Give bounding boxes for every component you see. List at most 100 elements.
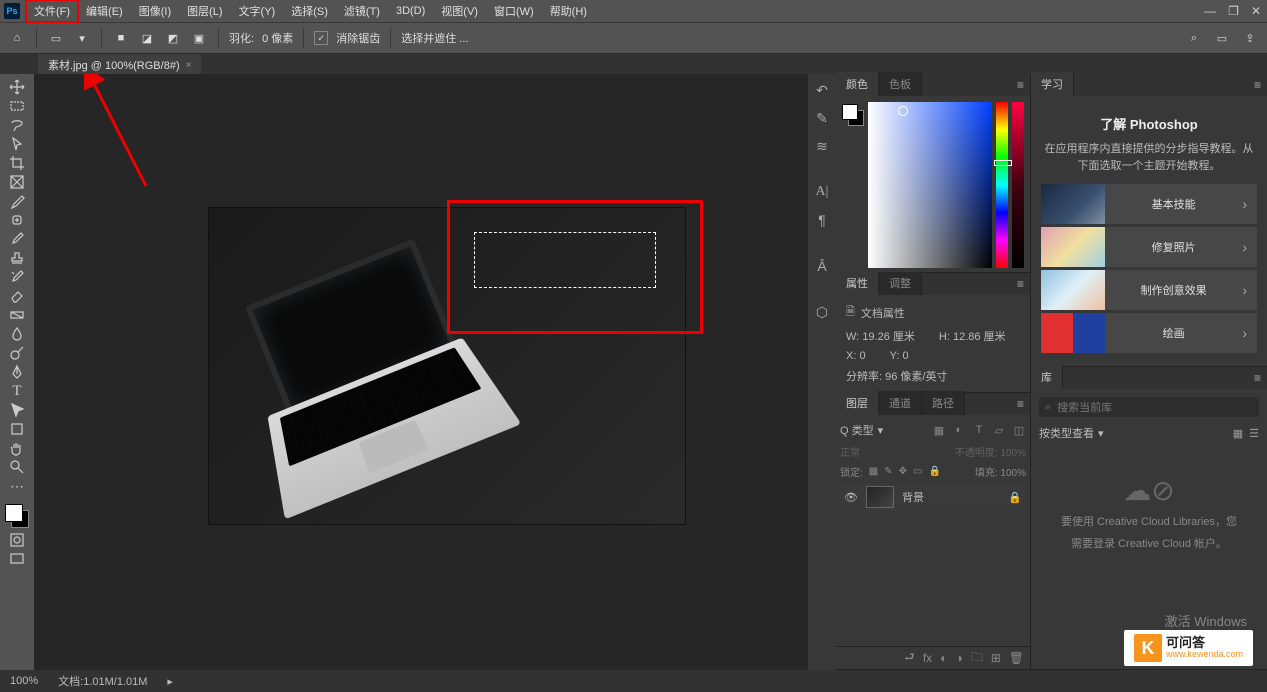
tab-layers[interactable]: 图层 xyxy=(836,391,879,415)
selection-add-icon[interactable]: ◪ xyxy=(138,29,156,47)
panel-menu-icon[interactable]: ≡ xyxy=(1011,74,1030,96)
link-layers-icon[interactable]: ⮐ xyxy=(904,648,915,669)
workspace-icon[interactable]: ▭ xyxy=(1213,29,1231,47)
brightness-slider[interactable] xyxy=(1012,102,1024,268)
character-panel-icon[interactable]: A| xyxy=(812,182,832,202)
eyedropper-tool-icon[interactable] xyxy=(3,192,31,210)
menu-help[interactable]: 帮助(H) xyxy=(542,0,595,22)
stamp-tool-icon[interactable] xyxy=(3,249,31,267)
tool-preset-icon[interactable]: ▭ xyxy=(47,29,65,47)
brush-panel-icon[interactable]: ✎ xyxy=(812,108,832,128)
zoom-tool-icon[interactable] xyxy=(3,458,31,476)
grid-view-icon[interactable]: ▦ xyxy=(1233,427,1243,440)
canvas-area[interactable] xyxy=(34,74,808,670)
filter-type-icon[interactable]: T xyxy=(972,424,986,437)
blur-tool-icon[interactable] xyxy=(3,325,31,343)
lock-trans-icon[interactable]: ▩ xyxy=(869,466,878,477)
select-and-mask-button[interactable]: 选择并遮住 ... xyxy=(401,30,468,46)
menu-select[interactable]: 选择(S) xyxy=(283,0,336,22)
frame-tool-icon[interactable] xyxy=(3,173,31,191)
tutorial-basic-skills[interactable]: 基本技能 › xyxy=(1041,184,1257,224)
selection-subtract-icon[interactable]: ◩ xyxy=(164,29,182,47)
history-panel-icon[interactable]: ↶ xyxy=(812,80,832,100)
glyphs-panel-icon[interactable]: Ā xyxy=(812,256,832,276)
lock-icon[interactable]: 🔒 xyxy=(1008,491,1022,504)
lasso-tool-icon[interactable] xyxy=(3,116,31,134)
window-maximize-icon[interactable]: ❐ xyxy=(1228,4,1239,18)
eraser-tool-icon[interactable] xyxy=(3,287,31,305)
feather-value[interactable]: 0 像素 xyxy=(262,30,293,46)
blend-mode-select[interactable]: 正常 xyxy=(840,444,860,459)
tab-channels[interactable]: 通道 xyxy=(879,391,922,415)
type-tool-icon[interactable]: T xyxy=(3,382,31,400)
tab-properties[interactable]: 属性 xyxy=(836,271,879,295)
tab-adjustments[interactable]: 调整 xyxy=(879,271,922,295)
quickmask-tool-icon[interactable] xyxy=(3,531,31,549)
zoom-level[interactable]: 100% xyxy=(10,675,38,687)
path-select-tool-icon[interactable] xyxy=(3,401,31,419)
layer-thumbnail[interactable] xyxy=(866,486,894,508)
caret-down-icon[interactable]: ▾ xyxy=(878,424,884,437)
menu-3d[interactable]: 3D(D) xyxy=(388,2,433,20)
menu-file[interactable]: 文件(F) xyxy=(26,0,78,22)
tutorial-painting[interactable]: 绘画 › xyxy=(1041,313,1257,353)
search-icon[interactable]: ⌕ xyxy=(1185,29,1203,47)
fill-value[interactable]: 100% xyxy=(1000,468,1026,479)
prop-w-value[interactable]: 19.26 厘米 xyxy=(862,331,915,343)
opacity-value[interactable]: 100% xyxy=(1000,448,1026,459)
color-mini-swatch[interactable] xyxy=(842,104,864,126)
caret-down-icon[interactable]: ▾ xyxy=(1098,427,1104,440)
group-icon[interactable]: 🗀 xyxy=(971,648,983,669)
filter-pixel-icon[interactable]: ▦ xyxy=(932,424,946,437)
menu-layer[interactable]: 图层(L) xyxy=(179,0,230,22)
lock-pos-icon[interactable]: ✥ xyxy=(899,466,907,477)
color-swatch-tool[interactable] xyxy=(3,502,31,530)
share-icon[interactable]: ⇪ xyxy=(1241,29,1259,47)
dodge-tool-icon[interactable] xyxy=(3,344,31,362)
close-tab-icon[interactable]: × xyxy=(186,60,192,71)
tab-libraries[interactable]: 库 xyxy=(1031,365,1063,389)
marquee-tool-icon[interactable] xyxy=(3,97,31,115)
hue-slider[interactable] xyxy=(996,102,1008,268)
fx-icon[interactable]: fx xyxy=(923,651,932,665)
prop-y-value[interactable]: 0 xyxy=(902,350,908,362)
lock-nest-icon[interactable]: ▭ xyxy=(913,466,922,477)
crop-tool-icon[interactable] xyxy=(3,154,31,172)
tutorial-fix-photos[interactable]: 修复照片 › xyxy=(1041,227,1257,267)
layer-name[interactable]: 背景 xyxy=(902,489,924,505)
panel-menu-icon[interactable]: ≡ xyxy=(1011,393,1030,415)
trash-icon[interactable]: 🗑 xyxy=(1009,651,1024,665)
toolbar-more-icon[interactable]: ⋯ xyxy=(3,477,31,495)
home-icon[interactable]: ⌂ xyxy=(8,29,26,47)
lock-paint-icon[interactable]: ✎ xyxy=(884,466,892,477)
menu-window[interactable]: 窗口(W) xyxy=(486,0,542,22)
shape-tool-icon[interactable] xyxy=(3,420,31,438)
prop-h-value[interactable]: 12.86 厘米 xyxy=(953,331,1006,343)
list-view-icon[interactable]: ☰ xyxy=(1249,427,1259,440)
panel-menu-icon[interactable]: ≡ xyxy=(1248,74,1267,96)
panel-menu-icon[interactable]: ≡ xyxy=(1248,367,1267,389)
new-layer-icon[interactable]: ⊞ xyxy=(991,651,1001,665)
mask-icon[interactable]: ◐ xyxy=(940,651,947,665)
menu-edit[interactable]: 编辑(E) xyxy=(78,0,131,22)
brush-tool-icon[interactable] xyxy=(3,230,31,248)
window-close-icon[interactable]: ✕ xyxy=(1251,4,1261,18)
3d-panel-icon[interactable]: ⬡ xyxy=(812,302,832,322)
filter-smart-icon[interactable]: ◫ xyxy=(1012,424,1026,437)
prop-x-value[interactable]: 0 xyxy=(859,350,865,362)
adjustment-layer-icon[interactable]: ◑ xyxy=(955,651,962,665)
tab-color[interactable]: 颜色 xyxy=(836,72,879,96)
window-minimize-icon[interactable]: — xyxy=(1204,4,1216,18)
antialias-checkbox[interactable]: ✓ xyxy=(314,31,328,45)
move-tool-icon[interactable] xyxy=(3,78,31,96)
tab-paths[interactable]: 路径 xyxy=(922,391,965,415)
visibility-icon[interactable]: 👁 xyxy=(844,491,858,504)
tab-learn[interactable]: 学习 xyxy=(1031,72,1074,96)
document-info[interactable]: 文档:1.01M/1.01M xyxy=(58,673,147,689)
hand-tool-icon[interactable] xyxy=(3,439,31,457)
status-chevron-icon[interactable]: ▸ xyxy=(167,675,173,688)
selection-new-icon[interactable]: ■ xyxy=(112,29,130,47)
foreground-color-swatch[interactable] xyxy=(5,504,23,522)
menu-filter[interactable]: 滤镜(T) xyxy=(336,0,388,22)
menu-image[interactable]: 图像(I) xyxy=(131,0,179,22)
